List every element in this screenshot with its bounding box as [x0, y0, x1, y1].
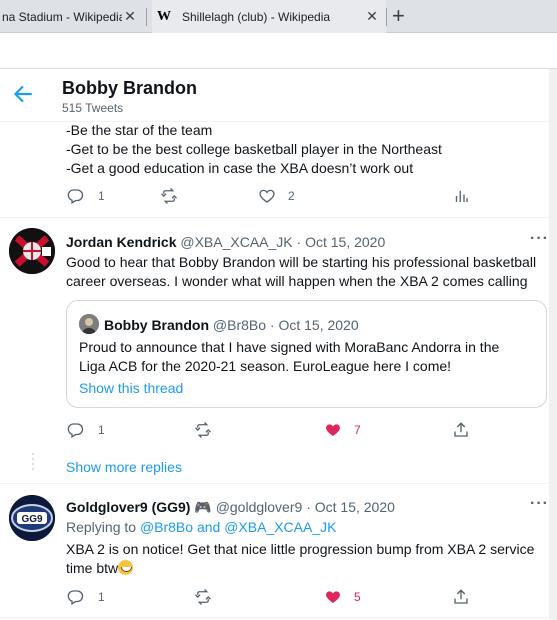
tweet-date[interactable]: Oct 15, 2020: [315, 499, 395, 515]
gg9-logo-icon: GG9: [9, 495, 55, 541]
tweet-text-line: time btw: [66, 559, 134, 578]
share-icon: [454, 589, 468, 604]
thread-dot: [32, 463, 34, 465]
quoted-text-line: Proud to announce that I have signed wit…: [79, 339, 500, 355]
heart-icon: [259, 189, 275, 203]
tweet-text-line: -Be the star of the team: [66, 122, 213, 138]
tweet-text-line: XBA 2 is on notice! Get that nice little…: [66, 541, 535, 557]
reply-count: 1: [98, 590, 105, 604]
like-count: 2: [288, 189, 295, 203]
back-button[interactable]: [10, 81, 36, 107]
more-options-icon[interactable]: ···: [530, 230, 549, 248]
show-this-thread-link[interactable]: Show this thread: [79, 379, 183, 398]
tweet-text-line: -Get a good education in case the XBA do…: [66, 160, 414, 176]
share-button[interactable]: [452, 588, 470, 606]
replying-to: Replying to @Br8Bo and @XBA_XCAA_JK: [66, 518, 336, 537]
scrollbar[interactable]: [549, 69, 557, 620]
dot-separator: ·: [296, 234, 302, 250]
new-tab-button[interactable]: +: [392, 4, 405, 28]
quoted-text-line: Liga ACB for the 2020-21 season. EuroLea…: [79, 358, 452, 374]
analytics-icon: [455, 190, 468, 202]
thread-dot: [32, 468, 34, 470]
tweet-divider: [0, 217, 549, 218]
browser-tab[interactable]: na Stadium - Wikipedia ✕: [0, 0, 144, 33]
quoted-tweet[interactable]: Bobby Brandon @Br8Bo · Oct 15, 2020 Prou…: [66, 300, 547, 408]
replying-to-handles[interactable]: @Br8Bo and @XBA_XCAA_JK: [140, 519, 337, 535]
tweet-count: 515 Tweets: [62, 101, 124, 115]
tab-separator: [386, 8, 387, 26]
retweet-button[interactable]: [194, 421, 212, 439]
tweet-divider: [0, 483, 549, 484]
replying-to-label: Replying to: [66, 519, 137, 535]
thread-dot: [32, 458, 34, 460]
browser-tab-active[interactable]: W Shillelagh (club) - Wikipedia ✕: [152, 0, 386, 33]
profile-name: Bobby Brandon: [62, 78, 197, 98]
browser-toolbar: [0, 33, 557, 69]
reply-icon: [67, 189, 84, 204]
quoted-tweet-header: Bobby Brandon @Br8Bo · Oct 15, 2020: [104, 316, 359, 335]
share-button[interactable]: [452, 421, 470, 439]
reply-count: 1: [98, 189, 105, 203]
retweet-icon: [161, 188, 177, 204]
twitter-page: Bobby Brandon 515 Tweets -Be the star of…: [0, 69, 549, 620]
reply-count: 1: [98, 423, 105, 437]
handle[interactable]: @XBA_XCAA_JK: [180, 234, 292, 250]
tweet-text-line: career overseas. I wonder what will happ…: [66, 273, 528, 289]
tab-title: Shillelagh (club) - Wikipedia: [182, 9, 331, 24]
profile-header: Bobby Brandon 515 Tweets: [0, 69, 549, 122]
quoted-handle: @Br8Bo: [212, 317, 267, 333]
retweet-icon: [195, 422, 211, 438]
tweet-text-span: time btw: [66, 560, 119, 576]
tab-title: na Stadium - Wikipedia: [2, 9, 122, 24]
tweet-header: Jordan Kendrick @XBA_XCAA_JK · Oct 15, 2…: [66, 233, 385, 252]
dot-separator: ·: [306, 499, 311, 515]
share-icon: [454, 422, 468, 437]
quoted-avatar: [79, 314, 99, 334]
heart-filled-icon: [326, 591, 340, 603]
quoted-date: Oct 15, 2020: [278, 317, 359, 333]
reply-button[interactable]: 1: [66, 187, 105, 205]
tab-separator: [146, 8, 147, 26]
reply-button[interactable]: 1: [66, 421, 105, 439]
handle[interactable]: @goldglover9: [216, 499, 303, 515]
like-button[interactable]: 2: [258, 187, 295, 205]
reply-icon: [67, 423, 84, 438]
avatar[interactable]: [9, 228, 55, 274]
avatar[interactable]: GG9: [9, 495, 55, 541]
quoted-display-name: Bobby Brandon: [104, 317, 209, 333]
retweet-button[interactable]: [160, 187, 178, 205]
tweet-text-line: -Get to be the best college basketball p…: [66, 141, 442, 157]
retweet-icon: [195, 589, 211, 605]
display-name[interactable]: Goldglover9 (GG9) 🎮: [66, 499, 212, 515]
more-options-icon[interactable]: ···: [530, 495, 549, 513]
tweet-text-line: Good to hear that Bobby Brandon will be …: [66, 254, 537, 270]
tab-close-icon[interactable]: ✕: [122, 8, 138, 25]
tab-close-icon[interactable]: ✕: [364, 8, 380, 25]
tweet-header: Goldglover9 (GG9) 🎮 @goldglover9 · Oct 1…: [66, 498, 395, 517]
tweet-date[interactable]: Oct 15, 2020: [305, 234, 385, 250]
xba-logo-icon: [9, 228, 55, 274]
thread-dot: [32, 453, 34, 455]
like-count: 7: [354, 423, 361, 437]
like-button[interactable]: 5: [324, 588, 361, 606]
heart-filled-icon: [326, 424, 340, 436]
like-count: 5: [354, 590, 361, 604]
like-button[interactable]: 7: [324, 421, 361, 439]
svg-text:GG9: GG9: [21, 514, 43, 525]
person-avatar-icon: [79, 314, 99, 334]
analytics-button[interactable]: [452, 187, 470, 205]
grinning-emoji-icon: [118, 560, 134, 575]
retweet-button[interactable]: [194, 588, 212, 606]
show-more-replies-link[interactable]: Show more replies: [66, 458, 182, 477]
tweet-divider: [0, 617, 549, 618]
arrow-left-icon: [13, 85, 32, 103]
wikipedia-favicon-icon: W: [157, 8, 171, 24]
reply-button[interactable]: 1: [66, 588, 105, 606]
display-name[interactable]: Jordan Kendrick: [66, 234, 176, 250]
reply-icon: [67, 590, 84, 605]
dot-separator: ·: [269, 317, 275, 333]
browser-tabstrip: na Stadium - Wikipedia ✕ W Shillelagh (c…: [0, 0, 557, 33]
